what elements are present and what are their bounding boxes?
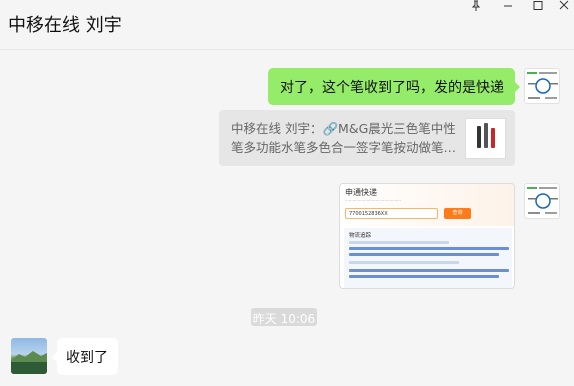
quoted-message[interactable]: 中移在线 刘宇：🔗M&G晨光三色笔中性笔多功能水笔多色合一签字笔按动做笔… — [219, 110, 515, 166]
chat-scrollbar[interactable] — [568, 50, 574, 386]
screenshot-title: 申通快递 — [345, 188, 377, 197]
bubble-tail — [514, 81, 520, 93]
timestamp-text: 昨天 10:06 — [252, 312, 316, 326]
pen-image — [491, 128, 495, 148]
screenshot-text-line — [349, 253, 499, 256]
chat-title: 中移在线 刘宇 — [8, 15, 122, 36]
pin-icon[interactable] — [466, 0, 486, 14]
sent-message-bubble[interactable]: 对了，这个笔收到了吗，发的是快递 — [268, 68, 520, 105]
sent-message-text: 对了，这个笔收到了吗，发的是快递 — [280, 80, 504, 96]
received-message-text: 收到了 — [66, 350, 108, 366]
title-bar: 中移在线 刘宇 — [0, 0, 574, 50]
close-icon[interactable] — [554, 0, 574, 14]
timestamp-badge: 昨天 10:06 — [251, 308, 317, 326]
minimize-icon[interactable] — [498, 0, 518, 14]
screenshot-section-title: 物流追踪 — [349, 233, 372, 239]
contact-avatar[interactable] — [11, 338, 47, 374]
tracking-screenshot-image[interactable]: 申通快递 ···································… — [339, 183, 515, 289]
self-avatar[interactable] — [524, 183, 560, 219]
screenshot-text-line — [349, 261, 459, 264]
screenshot-text-line — [349, 241, 449, 244]
screenshot-tracking-panel: 物流追踪 — [344, 228, 512, 288]
pen-image — [477, 126, 481, 148]
received-message-bubble[interactable]: 收到了 — [52, 338, 118, 375]
screenshot-text-line — [349, 269, 509, 272]
screenshot-header: 申通快递 ···································… — [340, 184, 514, 226]
pen-image — [484, 123, 488, 148]
screenshot-tracking-number: 7700152836XX — [345, 208, 438, 219]
self-avatar[interactable] — [524, 68, 560, 104]
quoted-message-text: 中移在线 刘宇：🔗M&G晨光三色笔中性笔多功能水笔多色合一签字笔按动做笔… — [231, 121, 457, 155]
product-thumbnail[interactable] — [465, 118, 506, 159]
screenshot-subtitle-placeholder: ········································… — [345, 198, 401, 203]
bubble-tail — [52, 351, 58, 363]
screenshot-text-line — [349, 275, 499, 278]
screenshot-text-line — [349, 247, 509, 250]
screenshot-query-button: 查询 — [444, 208, 471, 219]
maximize-icon[interactable] — [528, 0, 548, 14]
